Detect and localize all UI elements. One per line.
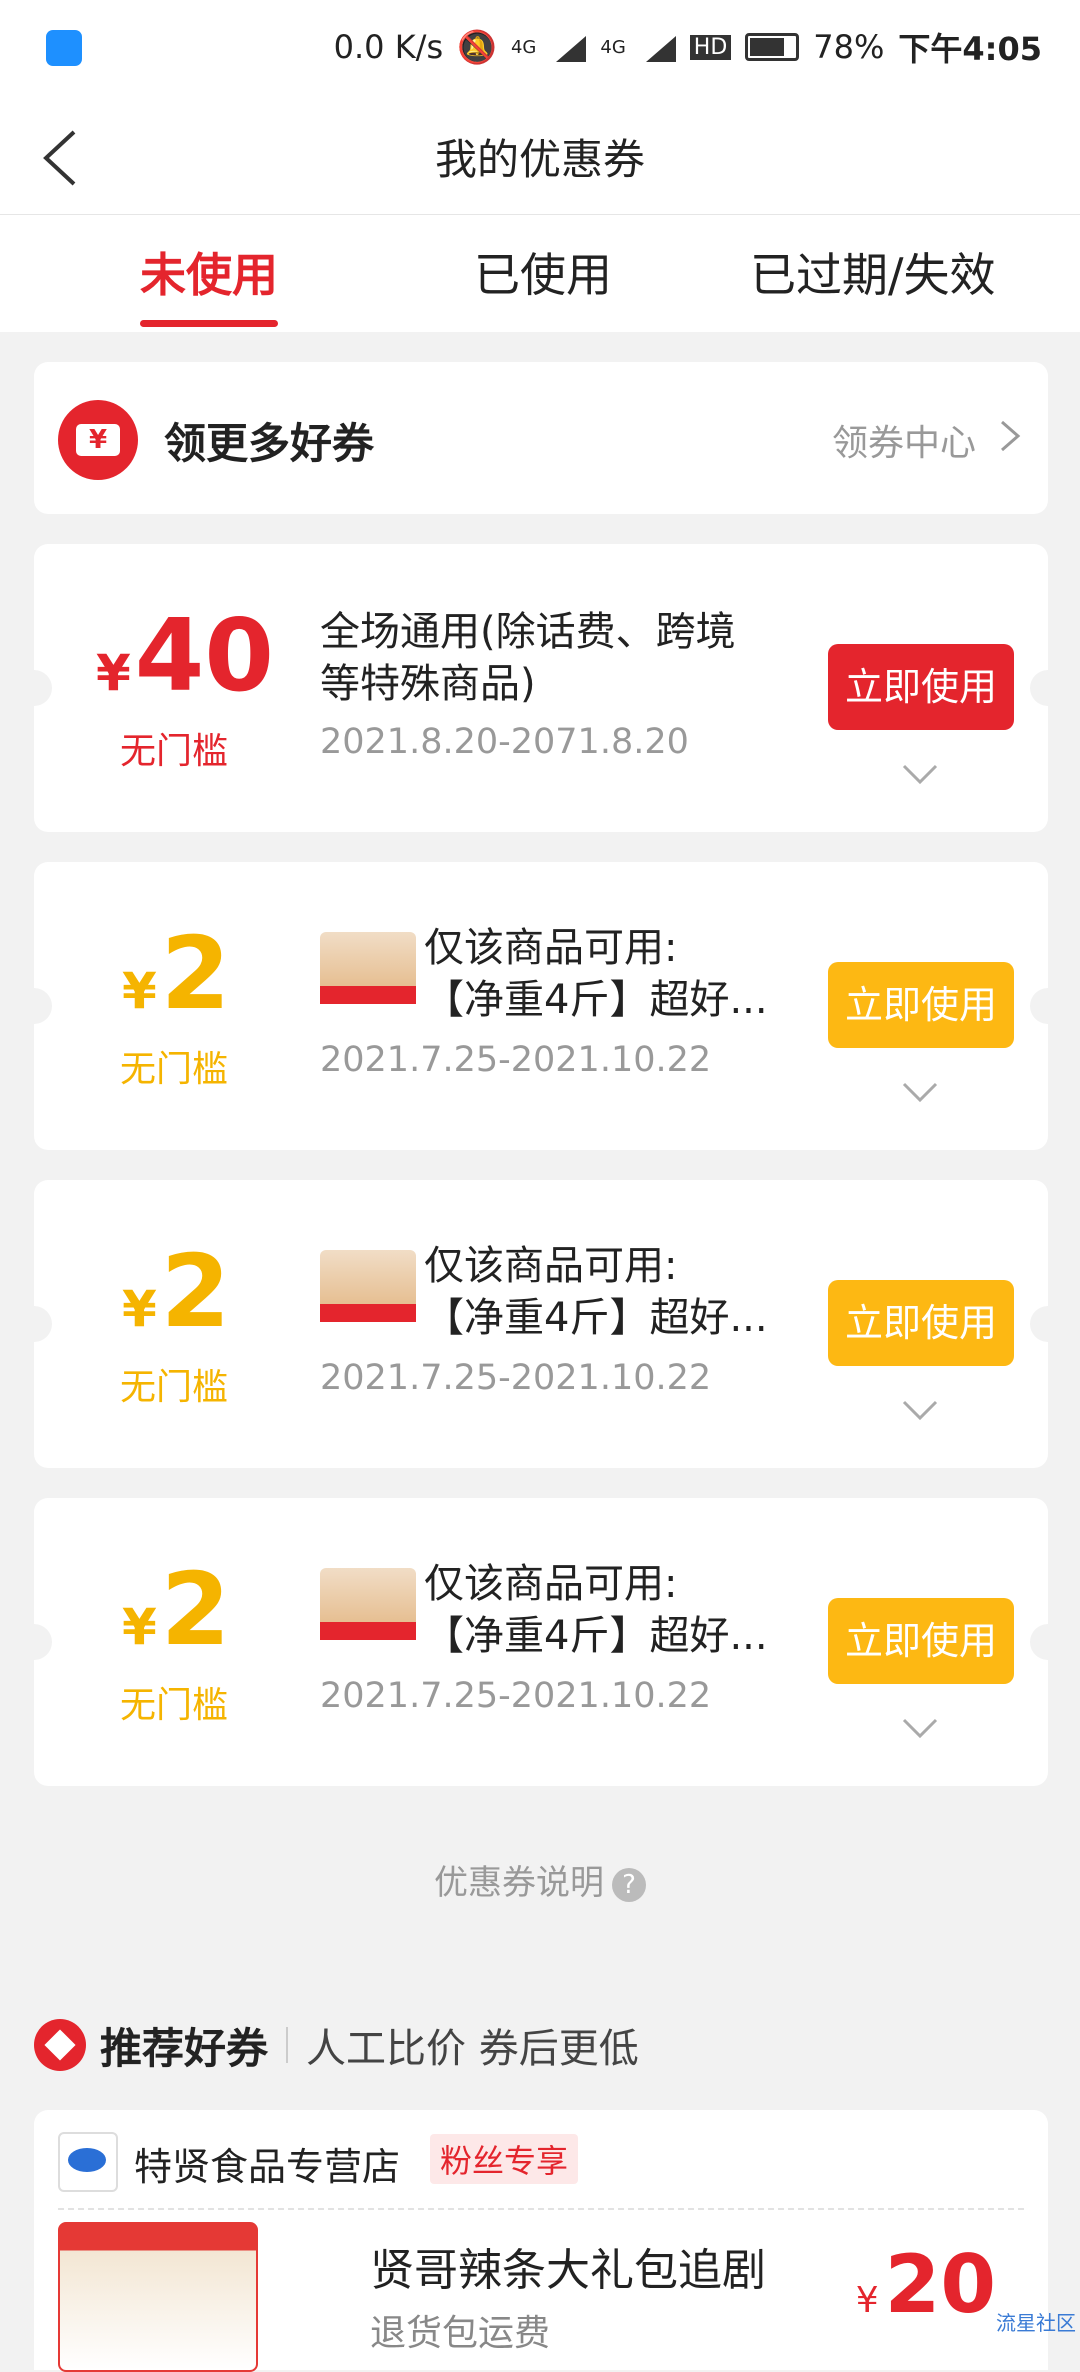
recommend-title: 推荐好券 [100, 2023, 269, 2073]
coupon-condition: 无门槛 [120, 1685, 229, 1726]
divider [58, 2208, 1024, 2210]
net-label-1: 4G [510, 36, 537, 58]
tab-unused[interactable]: 未使用 [140, 239, 278, 305]
help-icon: ? [612, 1867, 646, 1902]
use-now-button[interactable]: 立即使用 [828, 644, 1014, 730]
clock: 下午4:05 [898, 30, 1042, 68]
use-now-button[interactable]: 立即使用 [828, 1280, 1014, 1366]
coupon-date: 2021.7.25-2021.10.22 [320, 1040, 712, 1080]
signal-icon-2 [640, 32, 676, 62]
product-name[interactable]: 贤哥辣条大礼包追剧 [370, 2234, 766, 2298]
coupon-description: 仅该商品可用: 【净重4斤】超好... [424, 1561, 768, 1659]
product-price: ¥20 [855, 2238, 996, 2331]
page-title: 我的优惠券 [434, 135, 645, 184]
coupon-date: 2021.7.25-2021.10.22 [320, 1676, 712, 1716]
coupon-date: 2021.7.25-2021.10.22 [320, 1358, 712, 1398]
coupon-description: 仅该商品可用: 【净重4斤】超好... [424, 1243, 768, 1341]
coupon-card: ¥2 无门槛 仅该商品可用: 【净重4斤】超好... 2021.7.25-2021… [34, 862, 1048, 1150]
net-label-2: 4G [600, 36, 626, 58]
status-indicators: 0.0 K/s 🔕 4G 4G HD 78% 下午4:05 [334, 24, 1042, 70]
coupon-explanation-link[interactable]: 优惠券说明? [0, 1855, 1080, 1904]
coupon-card: ¥40 无门槛 全场通用(除话费、跨境等特殊商品) 2021.8.20-2071… [34, 544, 1048, 832]
chevron-down-icon[interactable] [900, 1716, 940, 1742]
coupon-card: ¥2 无门槛 仅该商品可用: 【净重4斤】超好... 2021.7.25-2021… [34, 1180, 1048, 1468]
recommend-icon [34, 2019, 86, 2071]
network-speed: 0.0 K/s [333, 28, 444, 66]
battery-level: 78% [813, 28, 885, 66]
chevron-right-icon [1001, 420, 1021, 452]
battery-icon [745, 33, 800, 61]
hd-badge: HD [689, 34, 732, 60]
use-now-button[interactable]: 立即使用 [828, 962, 1014, 1048]
product-thumbnail [320, 932, 416, 1022]
fan-exclusive-badge: 粉丝专享 [430, 2134, 579, 2184]
coupon-amount: ¥2 [122, 1233, 231, 1350]
coupon-condition: 无门槛 [120, 731, 229, 772]
chevron-down-icon[interactable] [900, 1080, 940, 1106]
product-thumbnail [320, 1568, 416, 1658]
signal-icon [550, 32, 587, 62]
divider [286, 2027, 289, 2063]
recommend-header: 推荐好券 人工比价 券后更低 [34, 2010, 639, 2080]
product-thumbnail [320, 1250, 416, 1340]
coupon-condition: 无门槛 [120, 1049, 229, 1090]
tab-bar: 未使用 已使用 已过期/失效 [0, 215, 1080, 332]
coupon-date: 2021.8.20-2071.8.20 [320, 722, 689, 762]
chevron-down-icon[interactable] [900, 762, 940, 788]
coupon-condition: 无门槛 [120, 1367, 229, 1408]
coupon-amount: ¥40 [96, 597, 274, 714]
coupon-amount: ¥2 [122, 1551, 231, 1668]
coupon-center-link[interactable]: 领券中心 [832, 414, 976, 466]
active-tab-indicator [140, 320, 278, 327]
watermark: 流星社区 [996, 2311, 1076, 2335]
shop-logo [58, 2132, 118, 2192]
coupon-description: 全场通用(除话费、跨境等特殊商品) [320, 609, 736, 707]
ticket-icon: ¥ [58, 400, 138, 480]
mute-icon: 🔕 [457, 28, 497, 66]
recommend-subtitle: 人工比价 券后更低 [306, 2026, 639, 2072]
coupon-description: 仅该商品可用: 【净重4斤】超好... [424, 925, 768, 1023]
tab-used[interactable]: 已使用 [474, 239, 612, 305]
promo-label: 领更多好券 [164, 419, 375, 468]
use-now-button[interactable]: 立即使用 [828, 1598, 1014, 1684]
product-subtitle: 退货包运费 [370, 2313, 551, 2354]
product-image[interactable] [58, 2222, 258, 2372]
tab-expired[interactable]: 已过期/失效 [750, 239, 996, 305]
header: 我的优惠券 [0, 96, 1080, 215]
status-bar: 0.0 K/s 🔕 4G 4G HD 78% 下午4:05 [0, 0, 1080, 96]
coupon-card: ¥2 无门槛 仅该商品可用: 【净重4斤】超好... 2021.7.25-2021… [34, 1498, 1048, 1786]
chevron-down-icon[interactable] [900, 1398, 940, 1424]
get-more-coupons-card[interactable]: ¥ 领更多好券 领券中心 [34, 362, 1048, 514]
coupon-amount: ¥2 [122, 915, 231, 1032]
shop-name[interactable]: 特贤食品专营店 [134, 2136, 400, 2191]
shop-coupon-card[interactable]: 特贤食品专营店 粉丝专享 贤哥辣条大礼包追剧 退货包运费 ¥20 [34, 2110, 1048, 2372]
cloud-icon [46, 30, 82, 66]
